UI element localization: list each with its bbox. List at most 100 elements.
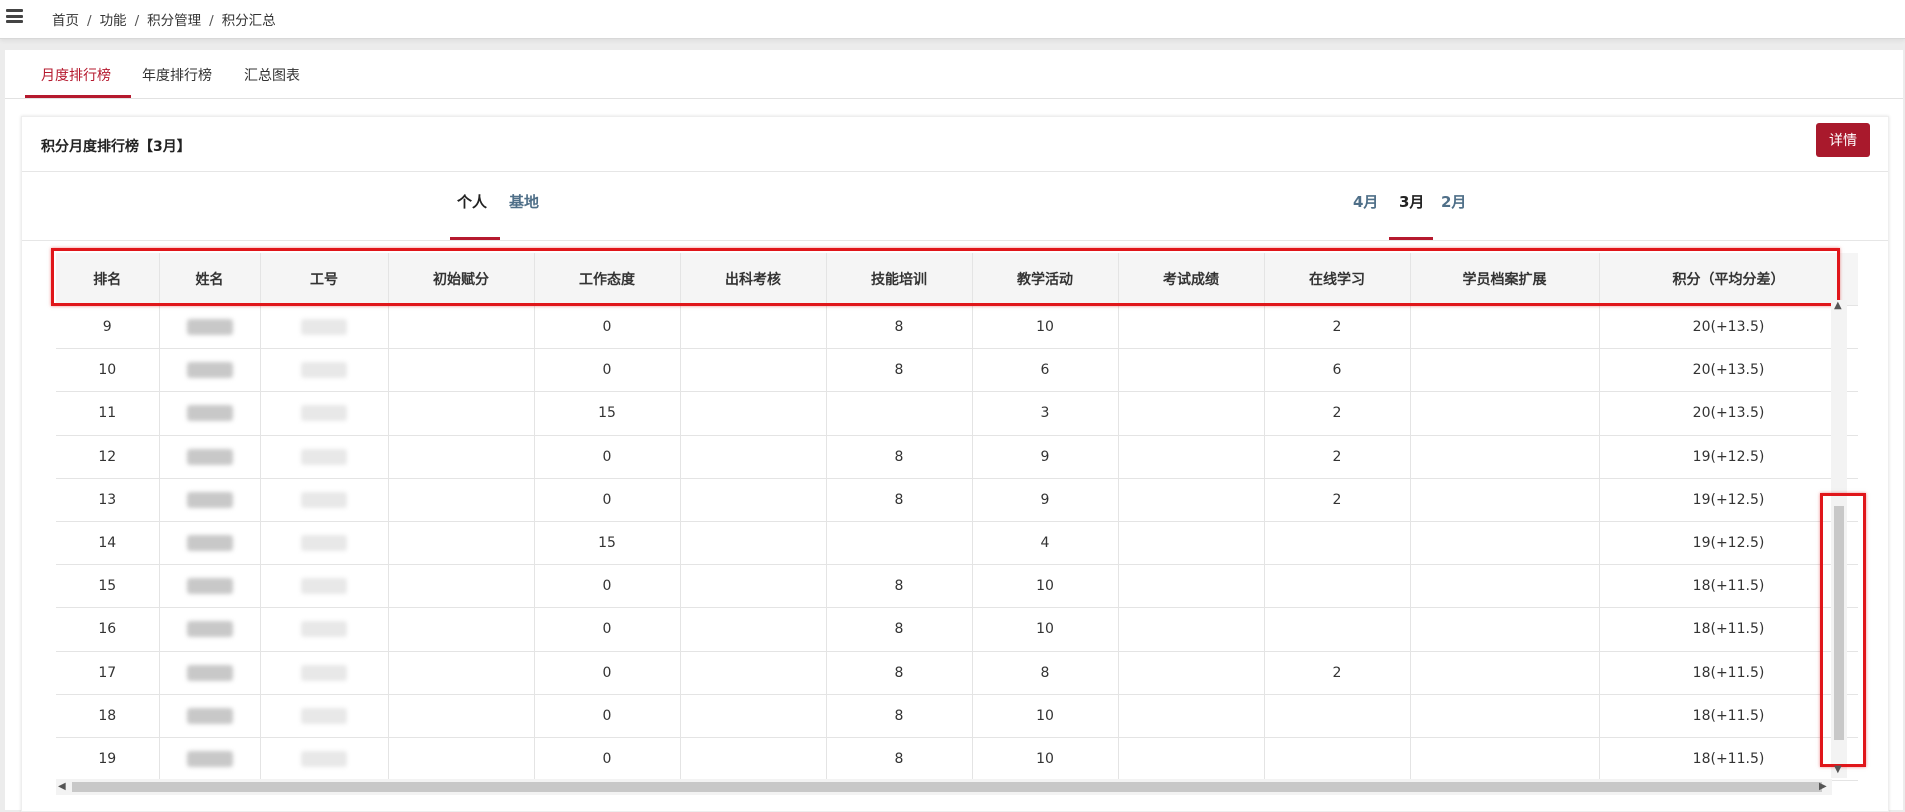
table-cell: 2 — [1264, 435, 1411, 479]
table-cell — [388, 607, 535, 652]
column-header: 考试成绩 — [1118, 253, 1265, 306]
table-cell — [1118, 521, 1265, 566]
table-cell — [388, 651, 535, 695]
redacted-value — [186, 491, 233, 508]
month-tab-indicator — [1389, 237, 1433, 240]
redacted-value — [301, 319, 347, 336]
table-cell: 2 — [1264, 478, 1411, 522]
name-cell-redacted — [159, 521, 261, 566]
breadcrumb-points-management[interactable]: 积分管理 — [147, 13, 201, 29]
tab-monthly-ranking[interactable]: 月度排行榜 — [41, 65, 111, 85]
table-cell — [680, 391, 827, 436]
redacted-value — [186, 448, 233, 465]
breadcrumb: 首页 / 功能 / 积分管理 / 积分汇总 — [52, 13, 276, 29]
table-cell: 12 — [56, 435, 160, 479]
detail-button[interactable]: 详情 — [1816, 123, 1870, 157]
scope-tab-individual[interactable]: 个人 — [457, 191, 487, 212]
table-cell: 8 — [826, 305, 973, 350]
table-cell — [1264, 737, 1411, 781]
month-tab-february[interactable]: 2月 — [1441, 191, 1466, 212]
table-cell: 8 — [826, 607, 973, 652]
table-cell — [1410, 305, 1600, 350]
table-cell — [1410, 521, 1600, 566]
table-cell: 18(+11.5) — [1599, 694, 1858, 738]
table-cell: 18(+11.5) — [1599, 607, 1858, 652]
tab-yearly-ranking[interactable]: 年度排行榜 — [142, 65, 212, 85]
table-row: 15 0 8 10 18(+11.5) — [56, 564, 1858, 609]
redacted-value — [186, 319, 233, 336]
table-cell: 0 — [534, 607, 681, 652]
month-tab-april[interactable]: 4月 — [1353, 191, 1378, 212]
table-cell: 8 — [826, 564, 973, 609]
name-cell-redacted — [159, 348, 261, 393]
menu-icon[interactable] — [6, 9, 23, 23]
id-cell-redacted — [260, 521, 389, 566]
name-cell-redacted — [159, 435, 261, 479]
table-cell — [680, 305, 827, 350]
table-cell: 19(+12.5) — [1599, 521, 1858, 566]
id-cell-redacted — [260, 391, 389, 436]
table-cell: 20(+13.5) — [1599, 391, 1858, 436]
column-header: 教学活动 — [972, 253, 1119, 306]
table-cell: 19(+12.5) — [1599, 435, 1858, 479]
table-cell: 8 — [826, 694, 973, 738]
table-cell: 6 — [1264, 348, 1411, 393]
table-cell: 2 — [1264, 391, 1411, 436]
scope-tab-base[interactable]: 基地 — [509, 191, 539, 212]
card-title: 积分月度排行榜【3月】 — [41, 139, 191, 155]
table-cell — [1118, 564, 1265, 609]
table-cell — [388, 521, 535, 566]
redacted-value — [301, 664, 347, 681]
ranking-table: 排名 姓名 工号 初始赋分 工作态度 出科考核 技能培训 教学活动 考试成绩 在线学习 学员档案扩展… — [56, 253, 1858, 781]
breadcrumb-home[interactable]: 首页 — [52, 13, 79, 29]
table-cell — [1118, 737, 1265, 781]
table-cell: 17 — [56, 651, 160, 695]
month-tab-march[interactable]: 3月 — [1399, 191, 1424, 212]
name-cell-redacted — [159, 305, 261, 350]
table-cell: 10 — [972, 737, 1119, 781]
vertical-scrollbar-thumb[interactable] — [1834, 506, 1844, 740]
table-cell — [1264, 607, 1411, 652]
redacted-value — [186, 621, 233, 638]
table-cell — [1118, 348, 1265, 393]
table-cell: 20(+13.5) — [1599, 305, 1858, 350]
table-cell: 0 — [534, 737, 681, 781]
id-cell-redacted — [260, 607, 389, 652]
table-cell — [1118, 435, 1265, 479]
ranking-card: 积分月度排行榜【3月】 详情 个人 基地 4月 3月 2月 排名 姓名 工号 初始赋分… — [21, 116, 1889, 812]
scroll-down-icon[interactable]: ▼ — [1834, 764, 1842, 775]
name-cell-redacted — [159, 651, 261, 695]
table-cell — [680, 435, 827, 479]
horizontal-scrollbar-thumb[interactable] — [72, 782, 1822, 792]
scroll-left-icon[interactable]: ◀ — [58, 781, 66, 792]
table-row: 12 0 8 9 2 19(+12.5) — [56, 435, 1858, 479]
column-header: 初始赋分 — [388, 253, 535, 306]
scroll-up-icon[interactable]: ▲ — [1834, 300, 1842, 311]
table-cell — [680, 694, 827, 738]
breadcrumb-function[interactable]: 功能 — [100, 13, 127, 29]
table-cell — [1410, 694, 1600, 738]
redacted-value — [301, 621, 347, 638]
redacted-value — [186, 707, 233, 724]
table-cell: 8 — [972, 651, 1119, 695]
table-cell — [1410, 651, 1600, 695]
tab-summary-chart[interactable]: 汇总图表 — [244, 65, 300, 85]
table-row: 14 15 4 19(+12.5) — [56, 521, 1858, 566]
tab-bar: 月度排行榜 年度排行榜 汇总图表 — [5, 50, 1903, 99]
table-row: 19 0 8 10 18(+11.5) — [56, 737, 1858, 781]
redacted-value — [301, 750, 347, 767]
table-cell: 6 — [972, 348, 1119, 393]
scope-tab-indicator — [450, 237, 500, 240]
table-cell — [1118, 305, 1265, 350]
table-cell: 10 — [972, 564, 1119, 609]
table-cell: 0 — [534, 348, 681, 393]
table-cell: 15 — [56, 564, 160, 609]
id-cell-redacted — [260, 305, 389, 350]
table-cell — [680, 478, 827, 522]
table-cell — [1410, 564, 1600, 609]
scroll-right-icon[interactable]: ▶ — [1819, 781, 1827, 792]
table-cell — [388, 694, 535, 738]
name-cell-redacted — [159, 564, 261, 609]
table-cell: 10 — [972, 694, 1119, 738]
table-cell: 16 — [56, 607, 160, 652]
